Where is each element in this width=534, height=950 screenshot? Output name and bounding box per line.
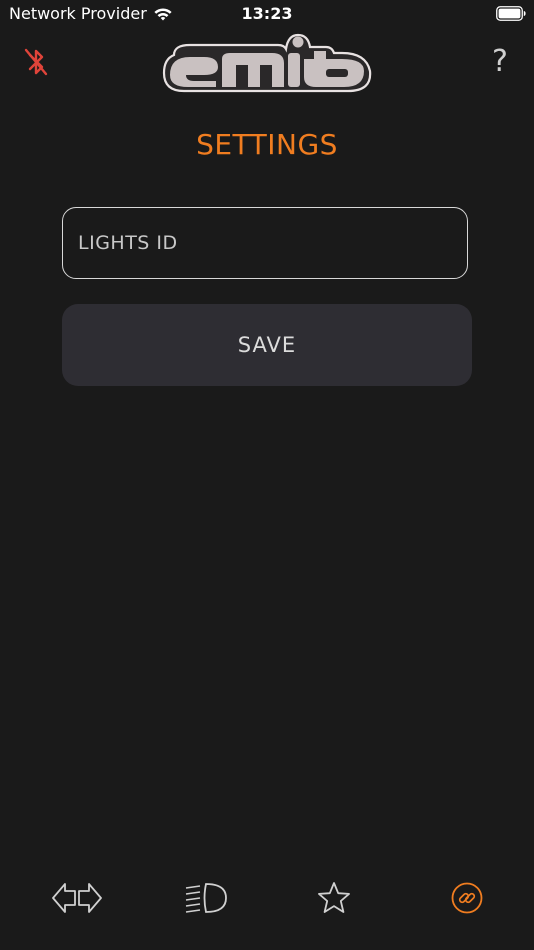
lights-id-input[interactable]: [62, 207, 468, 279]
battery-icon: [496, 6, 526, 21]
status-bar: Network Provider 13:23: [0, 0, 534, 30]
bluetooth-disabled-icon[interactable]: [22, 46, 50, 78]
help-icon[interactable]: ?: [488, 44, 512, 80]
star-icon: [318, 882, 350, 913]
headlight-icon: [185, 883, 227, 913]
link-icon: [451, 882, 483, 914]
tab-bar: [0, 866, 534, 930]
page-title: SETTINGS: [196, 128, 338, 161]
save-button[interactable]: SAVE: [62, 304, 472, 386]
status-time: 13:23: [241, 4, 293, 23]
turn-signals-icon: [52, 883, 102, 913]
tab-indicators[interactable]: [37, 866, 117, 930]
emit-logo: [162, 33, 372, 93]
tab-lights[interactable]: [166, 866, 246, 930]
tab-settings[interactable]: [427, 866, 507, 930]
tab-favorites[interactable]: [294, 866, 374, 930]
app-header: ?: [0, 30, 534, 96]
